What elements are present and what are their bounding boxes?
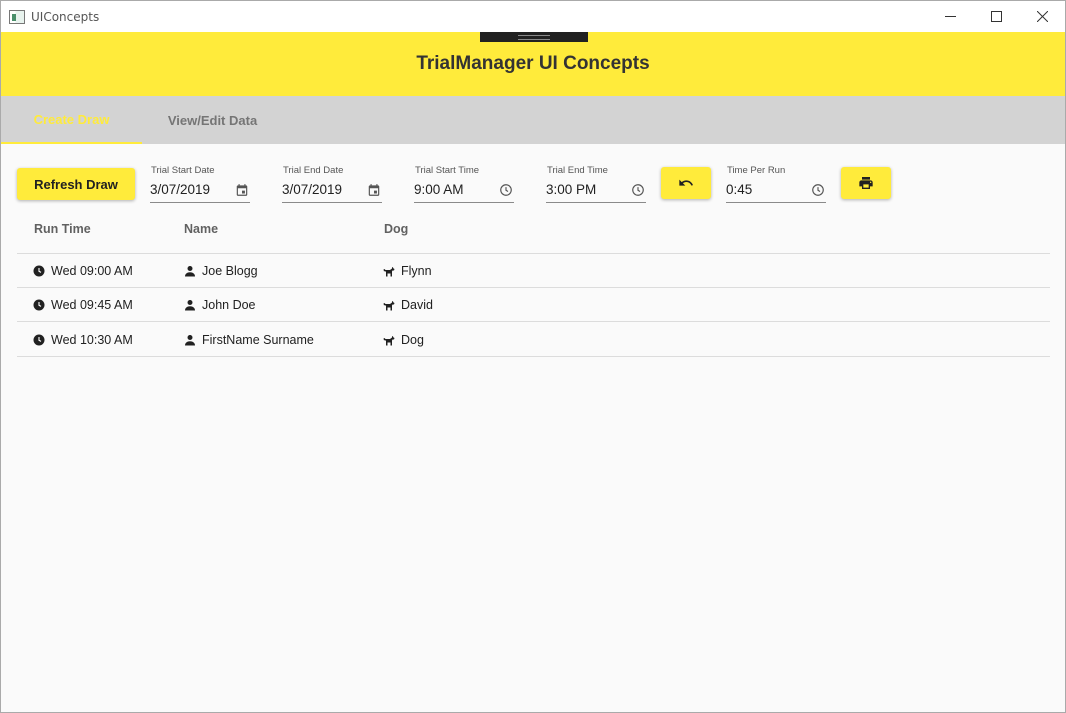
dog-text: David [401,298,433,312]
drag-handle[interactable] [480,32,588,42]
field-label: Trial Start Date [151,165,215,176]
field-label: Time Per Run [727,165,786,176]
clock-icon [33,334,45,346]
calendar-icon[interactable] [235,183,249,197]
minimize-icon [944,16,956,17]
divider [17,321,1050,322]
app-icon [9,9,25,24]
name-cell: Joe Blogg [184,254,258,288]
clock-icon [33,299,45,311]
app-window: UIConcepts TrialManager UI Concepts Crea… [0,0,1066,713]
window-title: UIConcepts [31,9,100,24]
dog-icon [383,301,395,311]
page-title: TrialManager UI Concepts [416,53,650,74]
table-row[interactable]: Wed 09:00 AM Joe Blogg Flynn [17,254,1050,288]
undo-icon [679,179,693,186]
time-per-run-field[interactable]: Time Per Run 0:45 [726,165,826,205]
maximize-icon [990,11,1002,22]
column-header-dog[interactable]: Dog [384,222,408,236]
dog-icon [383,267,395,277]
trial-start-date-field[interactable]: Trial Start Date 3/07/2019 [150,165,250,205]
dog-text: Flynn [401,264,432,278]
maximize-button[interactable] [973,1,1019,32]
dog-cell: David [383,288,433,322]
person-icon [185,266,195,277]
close-icon [1036,11,1048,22]
run-time-text: Wed 09:45 AM [51,298,133,312]
print-button[interactable] [841,167,891,199]
person-icon [185,300,195,311]
minimize-button[interactable] [927,1,973,32]
field-label: Trial End Time [547,165,608,176]
undo-button[interactable] [661,167,711,199]
run-time-cell: Wed 10:30 AM [33,323,133,357]
tab-create-draw[interactable]: Create Draw [1,96,142,144]
divider [17,356,1050,357]
name-text: Joe Blogg [202,264,258,278]
name-text: John Doe [202,298,256,312]
clock-icon [33,265,45,277]
table-row[interactable]: Wed 10:30 AM FirstName Surname Dog [17,323,1050,357]
dog-cell: Flynn [383,254,432,288]
tab-view-edit-data[interactable]: View/Edit Data [142,96,283,144]
run-time-text: Wed 09:00 AM [51,264,133,278]
trial-start-time-field[interactable]: Trial Start Time 9:00 AM [414,165,514,205]
run-time-cell: Wed 09:45 AM [33,288,133,322]
calendar-icon[interactable] [367,183,381,197]
window-controls [927,1,1065,32]
tab-bar: Create Draw View/Edit Data [1,96,1065,144]
dog-text: Dog [401,333,424,347]
field-label: Trial Start Time [415,165,480,176]
refresh-draw-button[interactable]: Refresh Draw [17,168,135,200]
clock-icon[interactable] [811,183,825,197]
name-cell: FirstName Surname [184,323,314,357]
name-text: FirstName Surname [202,333,314,347]
run-time-text: Wed 10:30 AM [51,333,133,347]
clock-icon[interactable] [631,183,645,197]
person-icon [185,335,195,346]
dog-cell: Dog [383,323,424,357]
print-icon [859,177,873,189]
trial-end-date-field[interactable]: Trial End Date 3/07/2019 [282,165,382,205]
name-cell: John Doe [184,288,256,322]
clock-icon[interactable] [499,183,513,197]
field-label: Trial End Date [283,165,344,176]
table-row[interactable]: Wed 09:45 AM John Doe David [17,288,1050,322]
run-time-cell: Wed 09:00 AM [33,254,133,288]
title-bar: UIConcepts [1,1,1065,32]
trial-end-time-field[interactable]: Trial End Time 3:00 PM [546,165,646,205]
app-header: TrialManager UI Concepts [1,32,1065,96]
column-header-run-time[interactable]: Run Time [34,222,91,236]
column-header-name[interactable]: Name [184,222,218,236]
close-button[interactable] [1019,1,1065,32]
dog-icon [383,336,395,346]
